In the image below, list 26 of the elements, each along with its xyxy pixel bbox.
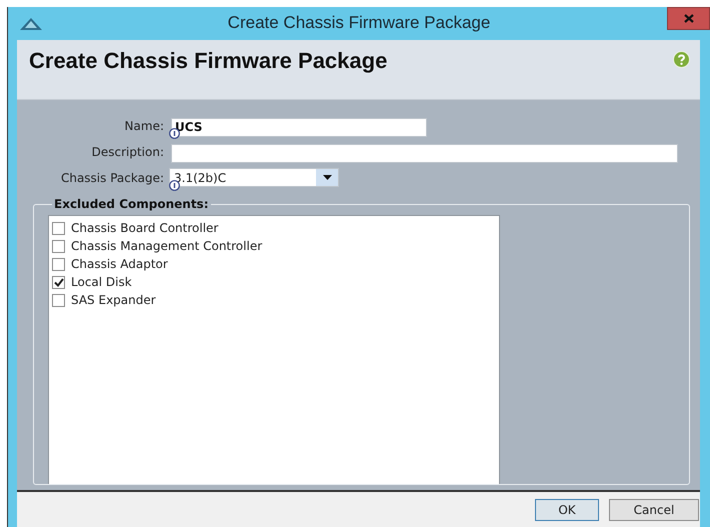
close-button[interactable]: [667, 7, 710, 30]
field-label: Name:: [124, 118, 164, 132]
checkbox-label: Chassis Adaptor: [71, 257, 168, 271]
text-field[interactable]: [171, 144, 678, 162]
close-icon: [684, 14, 694, 23]
cancel-button[interactable]: Cancel: [609, 498, 699, 520]
checkbox-label: Local Disk: [71, 275, 132, 289]
checkbox[interactable]: [52, 258, 65, 270]
field-label: Description:: [92, 144, 164, 158]
dialog-heading: Create Chassis Firmware Package: [29, 48, 388, 74]
checkbox[interactable]: [52, 222, 65, 234]
logo-icon: [20, 18, 42, 30]
checkbox-label: SAS Expander: [71, 293, 156, 307]
field-label: Chassis Package:: [60, 170, 164, 184]
dropdown-arrow-icon[interactable]: [322, 175, 332, 180]
package-dropdown[interactable]: 3.1(2b)C: [169, 168, 339, 187]
checkbox[interactable]: [52, 276, 65, 288]
ok-button[interactable]: OK: [535, 498, 599, 520]
group-title: Excluded Components:: [53, 197, 210, 211]
checkbox[interactable]: [52, 240, 65, 252]
text-field[interactable]: UCS: [171, 118, 427, 136]
help-icon[interactable]: [673, 51, 690, 68]
window-title: Create Chassis Firmware Package: [228, 13, 490, 33]
checkbox-label: Chassis Board Controller: [71, 221, 218, 235]
checkbox[interactable]: [52, 294, 65, 306]
checkbox-label: Chassis Management Controller: [71, 239, 262, 253]
